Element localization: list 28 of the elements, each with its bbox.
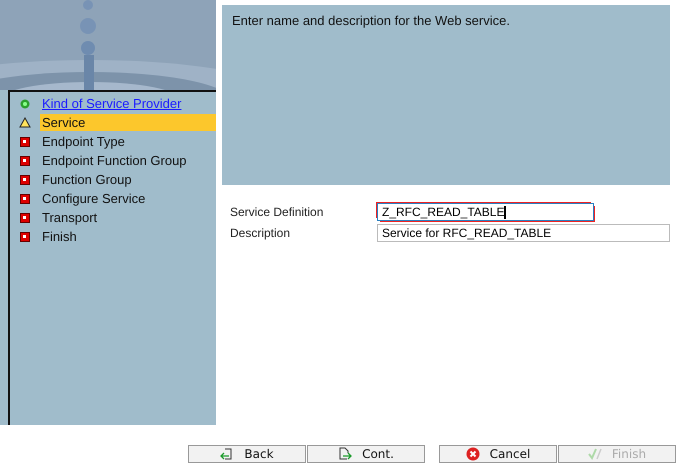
forward-arrow-icon <box>338 447 352 461</box>
cancel-button[interactable]: Cancel <box>439 445 557 463</box>
stop-square-icon <box>20 212 30 222</box>
warning-icon <box>19 117 31 128</box>
input-field[interactable]: Z_RFC_READ_TABLE <box>377 203 594 221</box>
stop-square-icon <box>20 156 30 166</box>
checkmark-icon <box>588 447 602 461</box>
step-item[interactable]: Configure Service <box>40 190 216 207</box>
stop-square-icon <box>20 136 30 146</box>
stop-square-icon <box>20 174 30 184</box>
step-item[interactable]: Kind of Service Provider <box>40 95 216 112</box>
step-item[interactable]: Service <box>40 114 216 131</box>
step-item[interactable]: Endpoint Function Group <box>40 152 216 169</box>
field-label: Description <box>230 226 292 240</box>
cont-button[interactable]: Cont. <box>307 445 425 463</box>
step-item[interactable]: Finish <box>40 228 216 245</box>
info-panel: Enter name and description for the Web service. <box>222 5 670 185</box>
stop-square-icon <box>20 232 30 242</box>
field-label: Service Definition <box>230 205 324 219</box>
step-item[interactable]: Function Group <box>40 171 216 188</box>
cancel-icon <box>466 447 480 461</box>
back-arrow-icon <box>220 447 234 461</box>
back-button[interactable]: Back <box>188 445 306 463</box>
step-item[interactable]: Transport <box>40 209 216 226</box>
stop-square-icon <box>20 194 30 204</box>
input-field[interactable]: Service for RFC_READ_TABLE <box>377 224 670 242</box>
step-item[interactable]: Endpoint Type <box>40 133 216 150</box>
status-dot-icon <box>20 98 30 108</box>
